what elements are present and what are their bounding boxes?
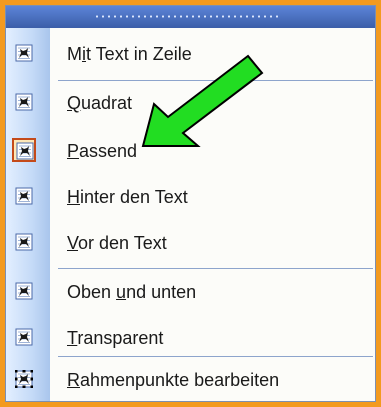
menu-item-edit-wrap-points[interactable]: Rahmenpunkte bearbeiten: [6, 360, 375, 400]
menu-separator: [58, 268, 373, 269]
tight-wrap-icon: [12, 138, 36, 162]
edit-wrap-points-icon: [12, 367, 36, 391]
menu-item-in-front-of-text[interactable]: Vor den Text: [6, 223, 375, 263]
menu-drag-handle[interactable]: [6, 6, 375, 28]
menu-item-top-and-bottom[interactable]: Oben und unten: [6, 272, 375, 312]
menu-item-label: Transparent: [67, 328, 164, 348]
top-and-bottom-icon: [12, 279, 36, 303]
grip-dots: [94, 15, 282, 18]
menu-item-through[interactable]: Transparent: [6, 318, 375, 358]
menu-item-label: Hinter den Text: [67, 187, 188, 207]
menu-item-behind-text[interactable]: Hinter den Text: [6, 177, 375, 217]
menu-item-label: Passend: [67, 141, 138, 161]
menu-separator: [58, 80, 373, 81]
menu-item-label: Quadrat: [67, 93, 133, 113]
menu-item-square[interactable]: Quadrat: [6, 83, 375, 123]
menu-item-label: Oben und unten: [67, 282, 197, 302]
menu-item-label: Vor den Text: [67, 233, 167, 253]
through-wrap-icon: [12, 325, 36, 349]
inline-with-text-icon: [12, 41, 36, 65]
behind-text-icon: [12, 184, 36, 208]
menu-separator: [58, 356, 373, 357]
menu-item-label: Mit Text in Zeile: [67, 44, 192, 64]
menu-item-tight[interactable]: Passend: [6, 131, 375, 171]
square-wrap-icon: [12, 90, 36, 114]
menu-item-inline-with-text[interactable]: Mit Text in Zeile: [6, 34, 375, 74]
in-front-of-text-icon: [12, 230, 36, 254]
text-wrapping-menu: Mit Text in Zeile Quadrat Passend Hinter…: [5, 5, 376, 402]
menu-item-label: Rahmenpunkte bearbeiten: [67, 370, 280, 390]
